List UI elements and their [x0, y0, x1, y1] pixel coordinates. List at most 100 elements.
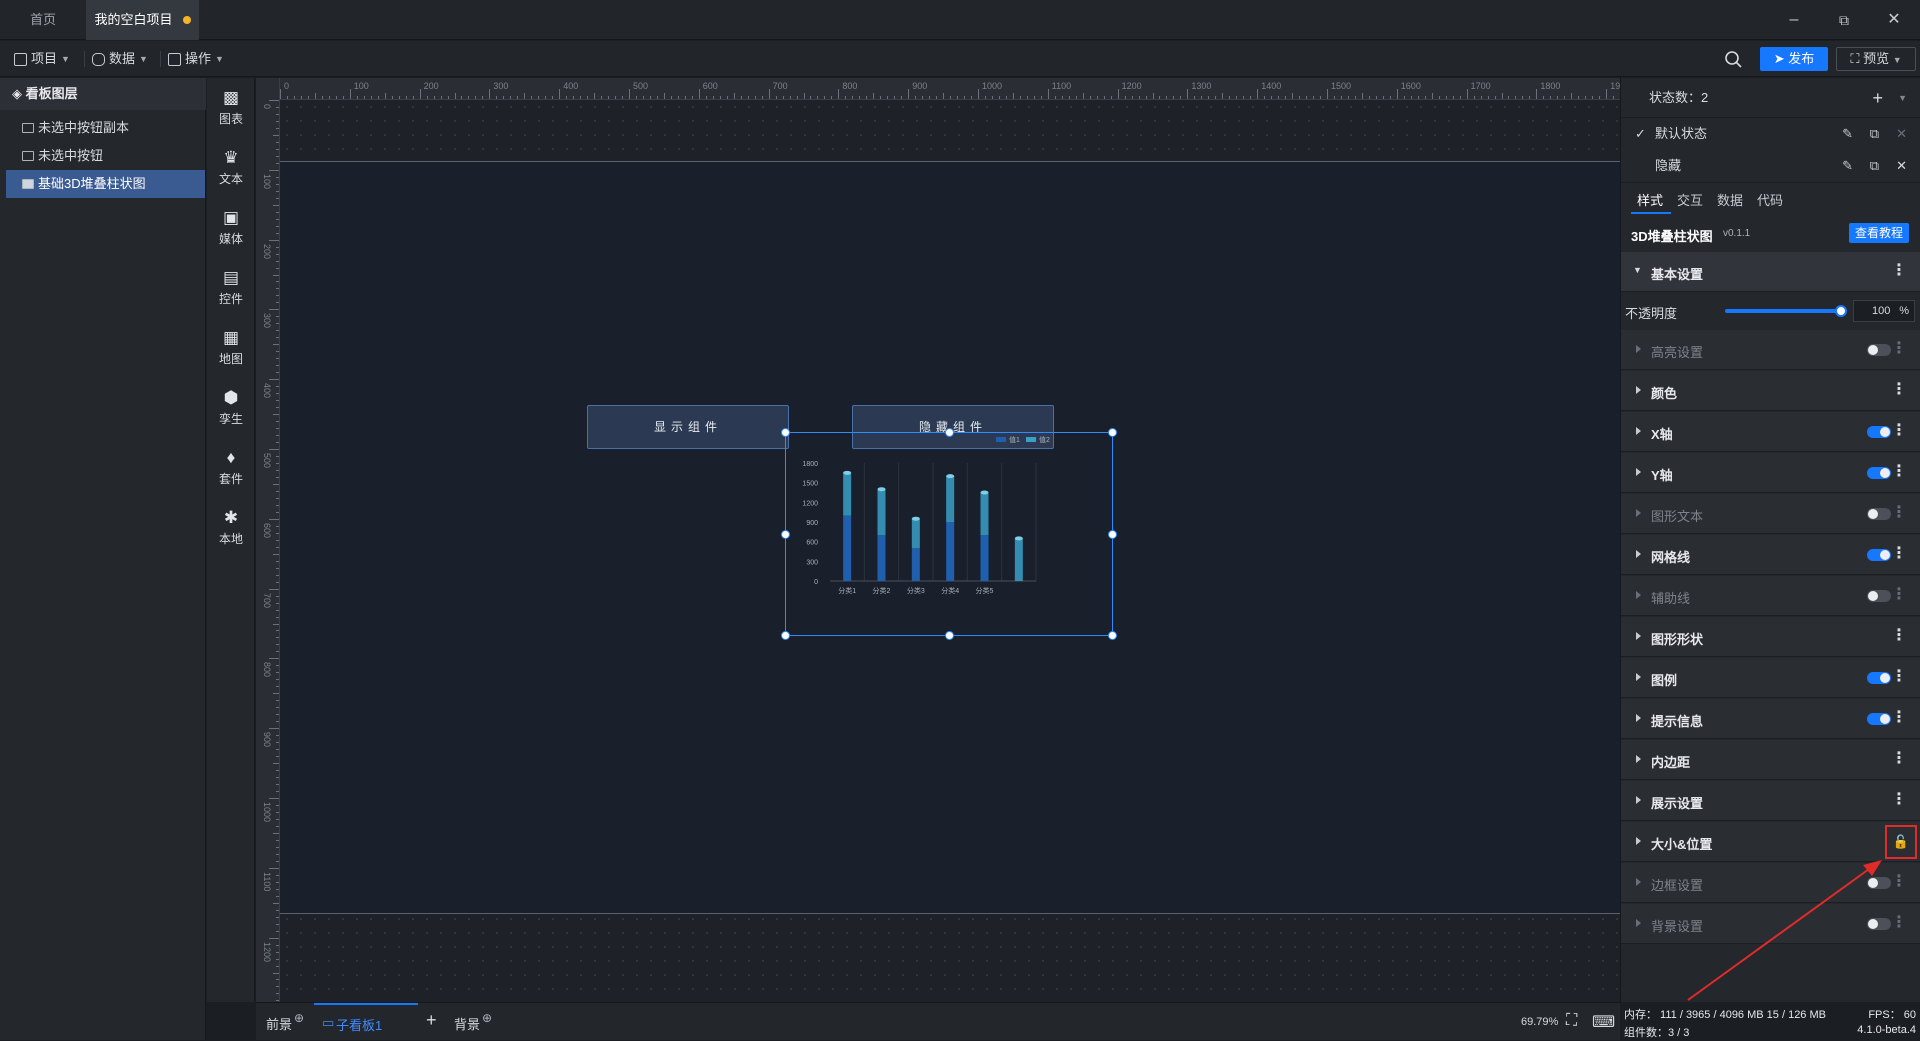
more-icon[interactable]: ⋮	[1891, 263, 1907, 279]
layer-item[interactable]: 未选中按钮副本	[6, 114, 205, 142]
divider	[160, 51, 161, 67]
tab-data[interactable]: 数据	[1717, 190, 1743, 209]
section-toggle[interactable]	[1867, 426, 1891, 438]
section-toggle[interactable]	[1867, 672, 1891, 684]
resize-handle[interactable]	[945, 631, 954, 640]
add-board-icon[interactable]: +	[426, 1010, 437, 1031]
sub-board-tab[interactable]: ▭ 子看板1	[314, 1003, 418, 1041]
search-icon[interactable]	[1724, 50, 1742, 68]
publish-button[interactable]: ➤ 发布	[1760, 47, 1828, 71]
component-map[interactable]: ▦ 地图	[207, 322, 255, 382]
delete-icon[interactable]: ✕	[1896, 118, 1907, 150]
tab-code[interactable]: 代码	[1757, 190, 1783, 209]
tab-style[interactable]: 样式	[1637, 190, 1663, 209]
component-twin[interactable]: ⬢ 孪生	[207, 382, 255, 442]
background-tab[interactable]: 背景	[454, 1014, 480, 1033]
layer-item[interactable]: 未选中按钮	[6, 142, 205, 170]
state-hidden[interactable]: 隐藏 ✎ ⧉ ✕	[1621, 150, 1920, 182]
more-icon[interactable]: ⋮	[1891, 423, 1907, 439]
more-icon[interactable]: ⋮	[1891, 505, 1907, 521]
section-toggle[interactable]	[1867, 549, 1891, 561]
component-chart[interactable]: ▩ 图表	[207, 82, 255, 142]
opacity-slider[interactable]	[1725, 309, 1843, 313]
copy-icon[interactable]: ⧉	[1870, 118, 1879, 150]
section-row[interactable]: X轴 ⋮	[1621, 412, 1920, 452]
edit-icon[interactable]: ✎	[1842, 150, 1853, 182]
component-label: 地图	[218, 352, 243, 366]
section-toggle[interactable]	[1867, 344, 1891, 356]
more-icon[interactable]: ⋮	[1891, 669, 1907, 685]
keyboard-icon[interactable]: ⌨	[1592, 1012, 1615, 1032]
section-row[interactable]: 内边距 ⋮	[1621, 740, 1920, 780]
component-local[interactable]: ✱ 本地	[207, 502, 255, 562]
component-media[interactable]: ▣ 媒体	[207, 202, 255, 262]
menu-project[interactable]: 项目 ▼	[14, 48, 70, 70]
add-state-icon[interactable]: +	[1872, 78, 1883, 118]
add-foreground-icon[interactable]: ⊕	[294, 1011, 304, 1025]
state-default[interactable]: ✓ 默认状态 ✎ ⧉ ✕	[1621, 118, 1920, 150]
resize-handle[interactable]	[781, 530, 790, 539]
section-row[interactable]: 图形形状 ⋮	[1621, 617, 1920, 657]
resize-handle[interactable]	[781, 631, 790, 640]
opacity-input[interactable]: 100 %	[1853, 300, 1915, 322]
ruler-tick	[1173, 96, 1175, 99]
section-row[interactable]: 图形文本 ⋮	[1621, 494, 1920, 534]
more-icon[interactable]: ⋮	[1891, 382, 1907, 398]
section-row[interactable]: Y轴 ⋮	[1621, 453, 1920, 493]
add-background-icon[interactable]: ⊕	[482, 1011, 492, 1025]
close-icon[interactable]: ✕	[1880, 8, 1908, 32]
section-toggle[interactable]	[1867, 508, 1891, 520]
section-row[interactable]: 颜色 ⋮	[1621, 371, 1920, 411]
resize-handle[interactable]	[781, 428, 790, 437]
foreground-tab[interactable]: 前景	[266, 1014, 292, 1033]
chart-selection[interactable]: 1800 1500 1200 900 600 300 0 分类1 分类2 分类3 分类4 分类5 值1 值…	[781, 428, 1117, 640]
resize-handle[interactable]	[1108, 631, 1117, 640]
tutorial-button[interactable]: 查看教程	[1848, 223, 1909, 243]
section-toggle[interactable]	[1867, 713, 1891, 725]
section-basic[interactable]: ▼ 基本设置 ⋮	[1621, 252, 1920, 292]
restore-icon[interactable]: ⧉	[1830, 8, 1858, 32]
more-icon[interactable]: ⋮	[1891, 341, 1907, 357]
menu-ops[interactable]: 操作 ▼	[168, 48, 224, 70]
minimize-icon[interactable]: –	[1780, 8, 1808, 32]
canvas-area[interactable]: 0 100 200 300 400 500 600 700 800 900 1000 1100 1200…	[256, 78, 1620, 1002]
more-icon[interactable]: ⋮	[1891, 628, 1907, 644]
component-text[interactable]: ♛ 文本	[207, 142, 255, 202]
tab-project[interactable]: 我的空白项目	[86, 0, 199, 40]
resize-handle[interactable]	[1108, 530, 1117, 539]
copy-icon[interactable]: ⧉	[1870, 150, 1879, 182]
fit-screen-icon[interactable]: ⛶	[1566, 1012, 1577, 1030]
section-row[interactable]: 高亮设置 ⋮	[1621, 330, 1920, 370]
resize-handle[interactable]	[945, 428, 954, 437]
ruler-tick	[1368, 96, 1370, 99]
menu-data[interactable]: 数据 ▼	[92, 48, 148, 70]
ruler-tick	[1159, 96, 1161, 99]
layer-item-selected[interactable]: 基础3D堆叠柱状图	[6, 170, 205, 198]
section-row[interactable]: 展示设置 ⋮	[1621, 781, 1920, 821]
slider-handle[interactable]	[1835, 305, 1847, 317]
resize-handle[interactable]	[1108, 428, 1117, 437]
ruler-tick	[908, 89, 910, 99]
component-control[interactable]: ▤ 控件	[207, 262, 255, 322]
section-toggle[interactable]	[1867, 467, 1891, 479]
section-row[interactable]: 图例 ⋮	[1621, 658, 1920, 698]
delete-icon[interactable]: ✕	[1896, 150, 1907, 182]
tab-home[interactable]: 首页	[0, 0, 86, 40]
section-row[interactable]: 辅助线 ⋮	[1621, 576, 1920, 616]
tab-interaction[interactable]: 交互	[1677, 190, 1703, 209]
more-icon[interactable]: ⋮	[1891, 710, 1907, 726]
more-icon[interactable]: ⋮	[1891, 751, 1907, 767]
more-icon[interactable]: ⋮	[1891, 546, 1907, 562]
section-row[interactable]: 提示信息 ⋮	[1621, 699, 1920, 739]
section-toggle[interactable]	[1867, 590, 1891, 602]
preview-button[interactable]: ⛶ 预览 ▼	[1836, 47, 1916, 71]
more-icon[interactable]: ⋮	[1891, 464, 1907, 480]
edit-icon[interactable]: ✎	[1842, 118, 1853, 150]
component-kit[interactable]: ♦ 套件	[207, 442, 255, 502]
chevron-down-icon[interactable]: ▼	[1898, 78, 1907, 118]
more-icon[interactable]: ⋮	[1891, 792, 1907, 808]
more-icon[interactable]: ⋮	[1891, 587, 1907, 603]
zoom-level[interactable]: 69.79%	[1521, 1016, 1558, 1028]
section-row[interactable]: 网格线 ⋮	[1621, 535, 1920, 575]
show-component-button[interactable]: 显示组件	[587, 405, 789, 449]
